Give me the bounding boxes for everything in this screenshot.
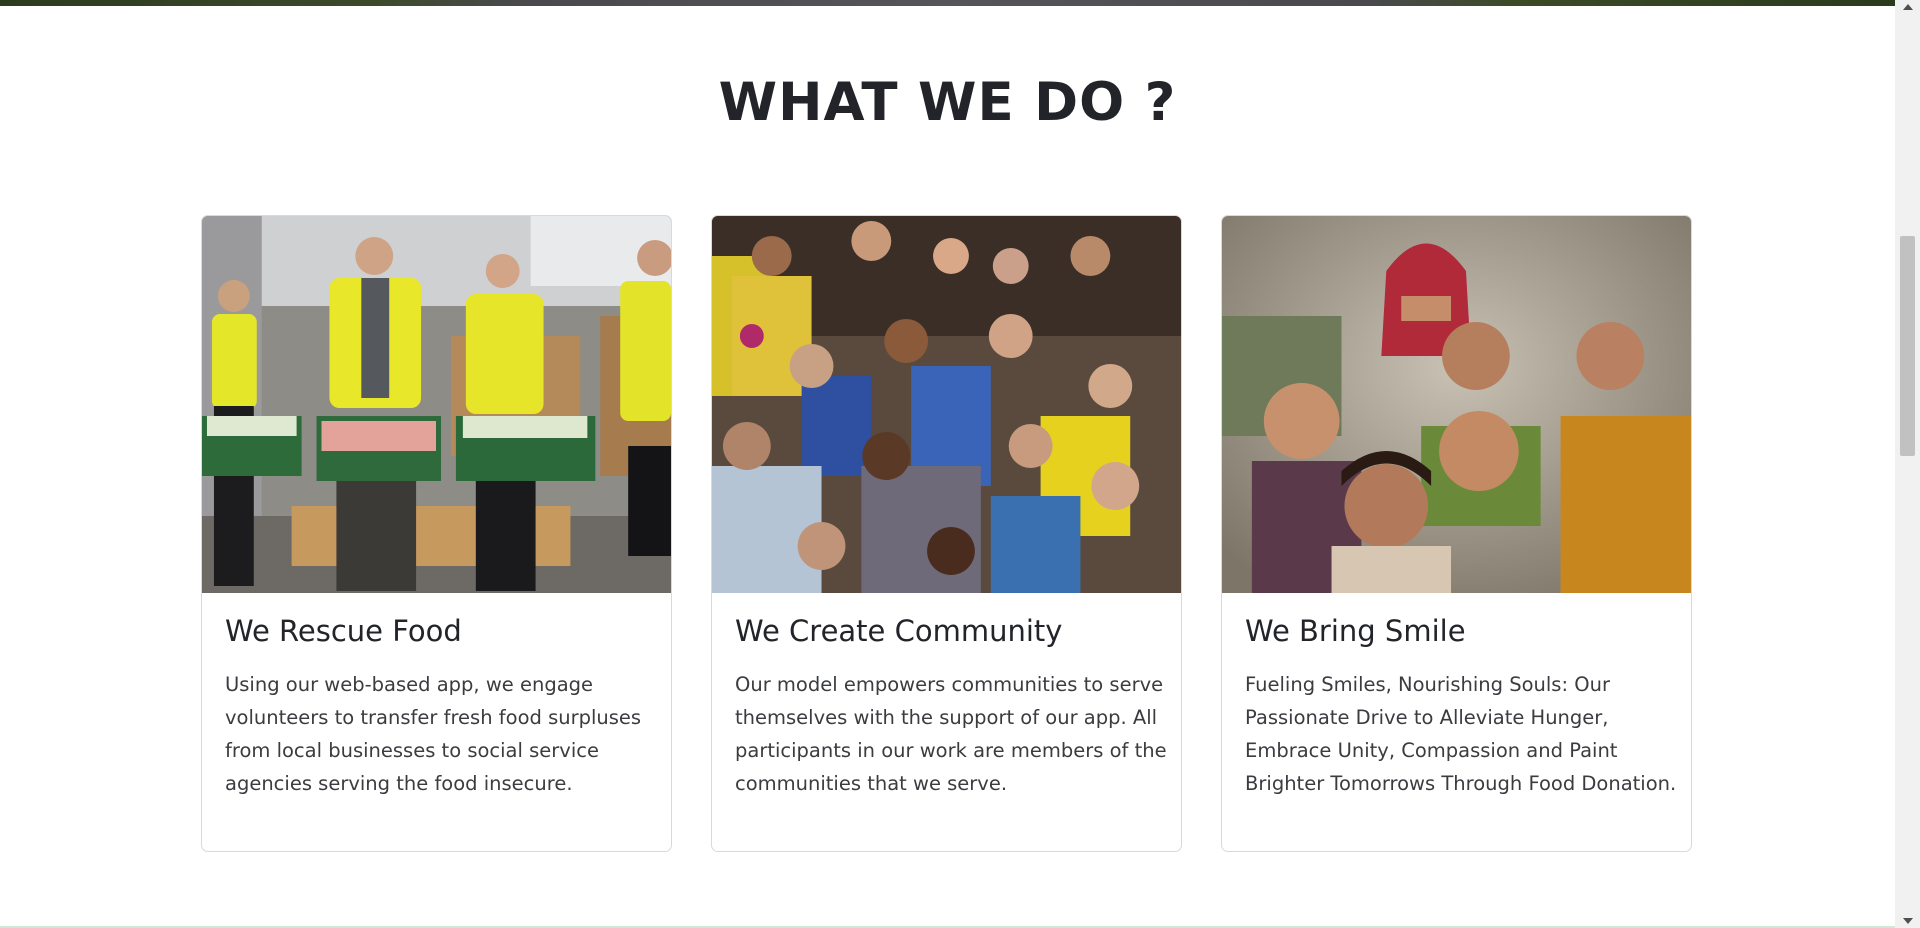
page: WHAT WE DO ? We Rescue Food Using our we… <box>0 0 1920 928</box>
card-rescue-food: We Rescue Food Using our web-based app, … <box>201 215 672 852</box>
scroll-down-arrow-icon[interactable] <box>1903 918 1913 924</box>
hero-banner-bottom-edge <box>0 0 1895 6</box>
card-description: Our model empowers communities to serve … <box>735 673 1167 795</box>
volunteers-with-food-crates-photo <box>202 216 671 593</box>
smiling-children-photo <box>1222 216 1691 593</box>
scroll-up-arrow-icon[interactable] <box>1903 4 1913 10</box>
scrollbar-thumb[interactable] <box>1900 236 1915 456</box>
card-title: We Rescue Food <box>225 614 462 648</box>
card-title: We Create Community <box>735 614 1063 648</box>
cheering-crowd-photo <box>712 216 1181 593</box>
vertical-scrollbar[interactable] <box>1895 0 1920 928</box>
section-title: WHAT WE DO ? <box>718 72 1177 133</box>
card-description: Using our web-based app, we engage volun… <box>225 673 642 795</box>
card-title: We Bring Smile <box>1245 614 1466 648</box>
card-bring-smile: We Bring Smile Fueling Smiles, Nourishin… <box>1221 215 1692 852</box>
card-create-community: We Create Community Our model empowers c… <box>711 215 1182 852</box>
card-description: Fueling Smiles, Nourishing Souls: Our Pa… <box>1245 673 1677 795</box>
